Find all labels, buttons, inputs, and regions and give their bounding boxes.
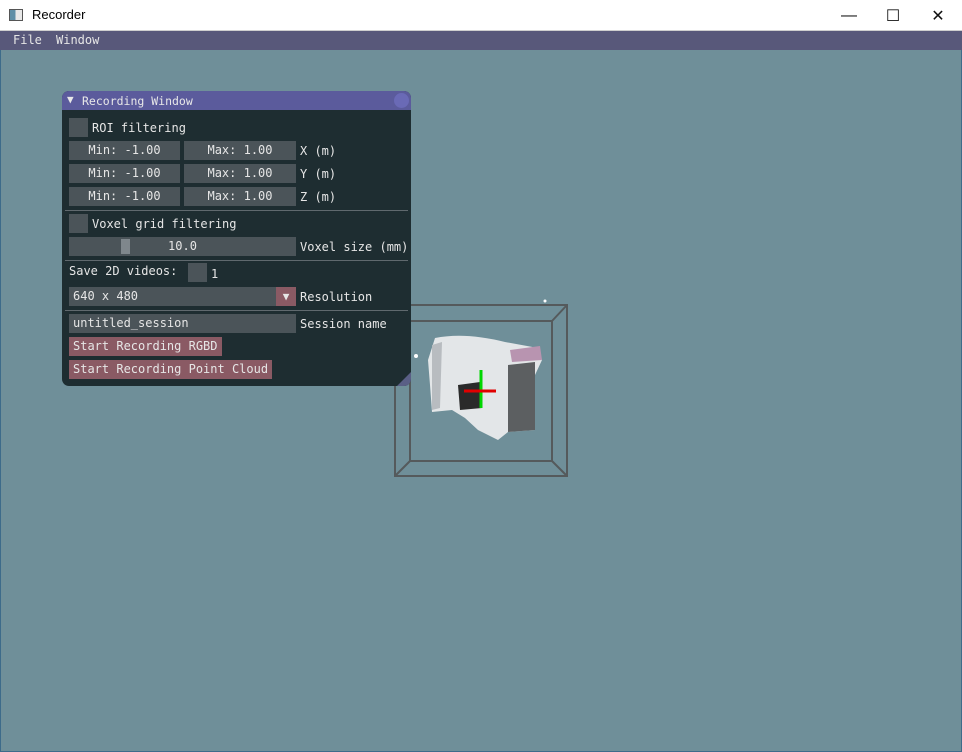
- panel-close-icon[interactable]: [394, 93, 409, 108]
- menu-bar: File Window: [0, 31, 962, 50]
- session-name-input[interactable]: untitled_session: [69, 314, 296, 333]
- roi-z-max-field[interactable]: Max: 1.00: [184, 187, 296, 206]
- menu-window[interactable]: Window: [56, 33, 99, 47]
- close-button[interactable]: ✕: [915, 0, 961, 31]
- save-2d-videos-checkbox[interactable]: [188, 263, 207, 282]
- voxel-filtering-checkbox[interactable]: [69, 214, 88, 233]
- panel-header[interactable]: ▼ Recording Window: [62, 91, 411, 110]
- minimize-button[interactable]: —: [826, 0, 872, 31]
- roi-filtering-label: ROI filtering: [92, 121, 186, 135]
- separator: [65, 310, 408, 311]
- point-cloud-object: [458, 382, 482, 410]
- bbox-edge: [551, 304, 568, 322]
- roi-z-min-field[interactable]: Min: -1.00: [69, 187, 180, 206]
- resolution-combo[interactable]: 640 x 480 ▼: [69, 287, 296, 306]
- roi-x-max-field[interactable]: Max: 1.00: [184, 141, 296, 160]
- window-title: Recorder: [32, 7, 86, 22]
- separator: [65, 210, 408, 211]
- roi-y-label: Y (m): [300, 167, 337, 181]
- voxel-filtering-label: Voxel grid filtering: [92, 217, 237, 231]
- recording-window-panel: ▼ Recording Window ROI filtering Min: -1…: [62, 91, 411, 386]
- panel-title: Recording Window: [82, 94, 193, 108]
- maximize-button[interactable]: ☐: [870, 0, 916, 31]
- save-2d-videos-value: 1: [211, 267, 219, 281]
- roi-z-label: Z (m): [300, 190, 337, 204]
- bbox-edge: [551, 460, 568, 477]
- dropdown-arrow-icon[interactable]: ▼: [276, 287, 296, 306]
- menu-file[interactable]: File: [13, 33, 42, 47]
- voxel-size-value: 10.0: [168, 239, 197, 253]
- slider-grab-handle[interactable]: [121, 239, 130, 254]
- point-cloud-point: [414, 354, 418, 358]
- voxel-size-slider[interactable]: 10.0: [69, 237, 296, 256]
- voxel-size-label: Voxel size (mm): [300, 240, 409, 254]
- roi-x-label: X (m): [300, 144, 337, 158]
- resize-grip-icon[interactable]: [397, 372, 411, 386]
- resolution-label: Resolution: [300, 290, 373, 304]
- resolution-value: 640 x 480: [73, 289, 139, 303]
- roi-y-min-field[interactable]: Min: -1.00: [69, 164, 180, 183]
- point-cloud-point: [543, 299, 547, 303]
- collapse-arrow-icon[interactable]: ▼: [67, 93, 74, 106]
- bbox-edge: [394, 460, 411, 477]
- roi-y-max-field[interactable]: Max: 1.00: [184, 164, 296, 183]
- point-cloud-dark-region: [508, 362, 535, 432]
- app-icon: [9, 9, 23, 21]
- start-recording-point-cloud-button[interactable]: Start Recording Point Cloud: [69, 360, 273, 379]
- separator: [65, 260, 408, 261]
- roi-x-min-field[interactable]: Min: -1.00: [69, 141, 180, 160]
- save-2d-videos-label: Save 2D videos:: [69, 264, 178, 278]
- start-recording-rgbd-button[interactable]: Start Recording RGBD: [69, 337, 222, 356]
- roi-filtering-checkbox[interactable]: [69, 118, 88, 137]
- session-name-label: Session name: [300, 317, 387, 331]
- title-bar: Recorder — ☐ ✕: [0, 0, 962, 31]
